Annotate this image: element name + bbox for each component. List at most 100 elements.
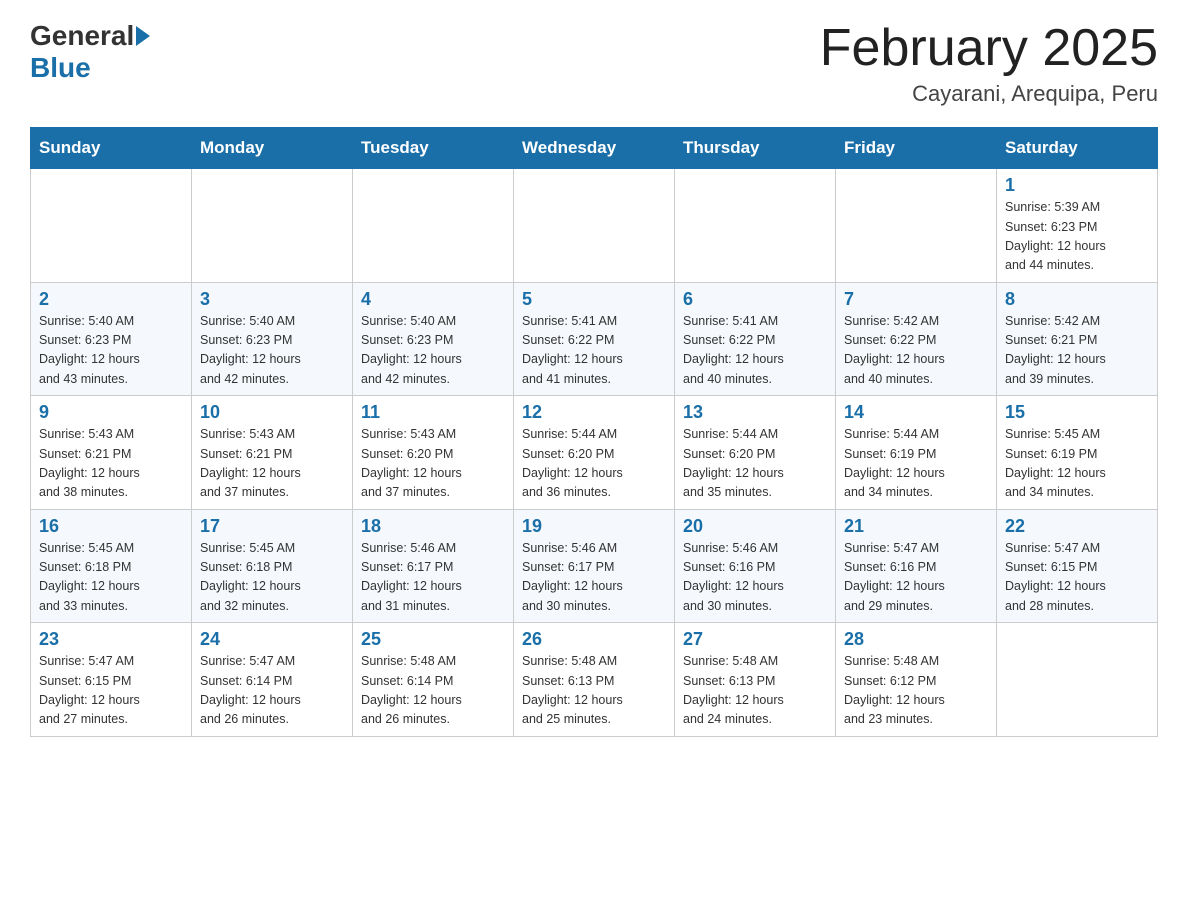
day-info: Sunrise: 5:40 AMSunset: 6:23 PMDaylight:…: [361, 312, 505, 390]
day-number: 23: [39, 629, 183, 650]
calendar-cell: 21Sunrise: 5:47 AMSunset: 6:16 PMDayligh…: [836, 509, 997, 623]
day-info: Sunrise: 5:47 AMSunset: 6:15 PMDaylight:…: [39, 652, 183, 730]
calendar-week-row: 16Sunrise: 5:45 AMSunset: 6:18 PMDayligh…: [31, 509, 1158, 623]
calendar-cell: 16Sunrise: 5:45 AMSunset: 6:18 PMDayligh…: [31, 509, 192, 623]
calendar-cell: [514, 169, 675, 283]
day-info: Sunrise: 5:40 AMSunset: 6:23 PMDaylight:…: [39, 312, 183, 390]
calendar-cell: 15Sunrise: 5:45 AMSunset: 6:19 PMDayligh…: [997, 396, 1158, 510]
day-info: Sunrise: 5:48 AMSunset: 6:13 PMDaylight:…: [522, 652, 666, 730]
calendar-cell: 18Sunrise: 5:46 AMSunset: 6:17 PMDayligh…: [353, 509, 514, 623]
day-number: 2: [39, 289, 183, 310]
day-info: Sunrise: 5:44 AMSunset: 6:20 PMDaylight:…: [683, 425, 827, 503]
calendar-cell: 20Sunrise: 5:46 AMSunset: 6:16 PMDayligh…: [675, 509, 836, 623]
day-info: Sunrise: 5:42 AMSunset: 6:22 PMDaylight:…: [844, 312, 988, 390]
day-number: 7: [844, 289, 988, 310]
calendar-cell: 3Sunrise: 5:40 AMSunset: 6:23 PMDaylight…: [192, 282, 353, 396]
month-title: February 2025: [820, 20, 1158, 77]
calendar-cell: 13Sunrise: 5:44 AMSunset: 6:20 PMDayligh…: [675, 396, 836, 510]
logo-blue-text: Blue: [30, 52, 91, 83]
day-info: Sunrise: 5:41 AMSunset: 6:22 PMDaylight:…: [522, 312, 666, 390]
calendar-cell: 4Sunrise: 5:40 AMSunset: 6:23 PMDaylight…: [353, 282, 514, 396]
calendar-cell: 1Sunrise: 5:39 AMSunset: 6:23 PMDaylight…: [997, 169, 1158, 283]
day-info: Sunrise: 5:42 AMSunset: 6:21 PMDaylight:…: [1005, 312, 1149, 390]
day-of-week-header: Wednesday: [514, 128, 675, 169]
day-number: 12: [522, 402, 666, 423]
day-info: Sunrise: 5:44 AMSunset: 6:20 PMDaylight:…: [522, 425, 666, 503]
calendar-cell: [192, 169, 353, 283]
calendar-week-row: 2Sunrise: 5:40 AMSunset: 6:23 PMDaylight…: [31, 282, 1158, 396]
day-info: Sunrise: 5:46 AMSunset: 6:16 PMDaylight:…: [683, 539, 827, 617]
calendar-cell: 14Sunrise: 5:44 AMSunset: 6:19 PMDayligh…: [836, 396, 997, 510]
day-info: Sunrise: 5:39 AMSunset: 6:23 PMDaylight:…: [1005, 198, 1149, 276]
calendar-cell: 7Sunrise: 5:42 AMSunset: 6:22 PMDaylight…: [836, 282, 997, 396]
day-info: Sunrise: 5:46 AMSunset: 6:17 PMDaylight:…: [361, 539, 505, 617]
calendar-cell: 27Sunrise: 5:48 AMSunset: 6:13 PMDayligh…: [675, 623, 836, 737]
day-number: 15: [1005, 402, 1149, 423]
day-info: Sunrise: 5:43 AMSunset: 6:21 PMDaylight:…: [200, 425, 344, 503]
calendar-cell: 12Sunrise: 5:44 AMSunset: 6:20 PMDayligh…: [514, 396, 675, 510]
day-number: 5: [522, 289, 666, 310]
day-info: Sunrise: 5:43 AMSunset: 6:20 PMDaylight:…: [361, 425, 505, 503]
calendar-cell: 9Sunrise: 5:43 AMSunset: 6:21 PMDaylight…: [31, 396, 192, 510]
day-info: Sunrise: 5:41 AMSunset: 6:22 PMDaylight:…: [683, 312, 827, 390]
calendar-cell: 11Sunrise: 5:43 AMSunset: 6:20 PMDayligh…: [353, 396, 514, 510]
calendar-cell: 19Sunrise: 5:46 AMSunset: 6:17 PMDayligh…: [514, 509, 675, 623]
calendar-cell: 24Sunrise: 5:47 AMSunset: 6:14 PMDayligh…: [192, 623, 353, 737]
day-number: 22: [1005, 516, 1149, 537]
calendar-cell: 23Sunrise: 5:47 AMSunset: 6:15 PMDayligh…: [31, 623, 192, 737]
day-of-week-header: Thursday: [675, 128, 836, 169]
day-of-week-header: Saturday: [997, 128, 1158, 169]
calendar-cell: 17Sunrise: 5:45 AMSunset: 6:18 PMDayligh…: [192, 509, 353, 623]
day-info: Sunrise: 5:40 AMSunset: 6:23 PMDaylight:…: [200, 312, 344, 390]
day-of-week-header: Monday: [192, 128, 353, 169]
calendar-cell: [997, 623, 1158, 737]
day-info: Sunrise: 5:48 AMSunset: 6:14 PMDaylight:…: [361, 652, 505, 730]
day-number: 9: [39, 402, 183, 423]
day-number: 14: [844, 402, 988, 423]
calendar-cell: 6Sunrise: 5:41 AMSunset: 6:22 PMDaylight…: [675, 282, 836, 396]
calendar-cell: 26Sunrise: 5:48 AMSunset: 6:13 PMDayligh…: [514, 623, 675, 737]
title-section: February 2025 Cayarani, Arequipa, Peru: [820, 20, 1158, 107]
calendar-cell: [353, 169, 514, 283]
day-info: Sunrise: 5:47 AMSunset: 6:14 PMDaylight:…: [200, 652, 344, 730]
calendar-cell: [836, 169, 997, 283]
calendar-cell: 28Sunrise: 5:48 AMSunset: 6:12 PMDayligh…: [836, 623, 997, 737]
day-info: Sunrise: 5:48 AMSunset: 6:12 PMDaylight:…: [844, 652, 988, 730]
day-of-week-header: Tuesday: [353, 128, 514, 169]
logo: General Blue: [30, 20, 152, 84]
calendar-cell: [675, 169, 836, 283]
day-info: Sunrise: 5:47 AMSunset: 6:15 PMDaylight:…: [1005, 539, 1149, 617]
day-info: Sunrise: 5:44 AMSunset: 6:19 PMDaylight:…: [844, 425, 988, 503]
day-number: 25: [361, 629, 505, 650]
day-number: 26: [522, 629, 666, 650]
calendar-cell: 8Sunrise: 5:42 AMSunset: 6:21 PMDaylight…: [997, 282, 1158, 396]
day-info: Sunrise: 5:45 AMSunset: 6:18 PMDaylight:…: [39, 539, 183, 617]
day-info: Sunrise: 5:43 AMSunset: 6:21 PMDaylight:…: [39, 425, 183, 503]
calendar-cell: 25Sunrise: 5:48 AMSunset: 6:14 PMDayligh…: [353, 623, 514, 737]
calendar-table: SundayMondayTuesdayWednesdayThursdayFrid…: [30, 127, 1158, 737]
day-of-week-header: Friday: [836, 128, 997, 169]
calendar-cell: 5Sunrise: 5:41 AMSunset: 6:22 PMDaylight…: [514, 282, 675, 396]
day-number: 11: [361, 402, 505, 423]
calendar-cell: 2Sunrise: 5:40 AMSunset: 6:23 PMDaylight…: [31, 282, 192, 396]
calendar-week-row: 1Sunrise: 5:39 AMSunset: 6:23 PMDaylight…: [31, 169, 1158, 283]
day-number: 24: [200, 629, 344, 650]
day-number: 19: [522, 516, 666, 537]
page-header: General Blue February 2025 Cayarani, Are…: [30, 20, 1158, 107]
day-number: 4: [361, 289, 505, 310]
day-info: Sunrise: 5:48 AMSunset: 6:13 PMDaylight:…: [683, 652, 827, 730]
day-number: 27: [683, 629, 827, 650]
day-number: 6: [683, 289, 827, 310]
day-number: 8: [1005, 289, 1149, 310]
day-number: 3: [200, 289, 344, 310]
calendar-cell: 22Sunrise: 5:47 AMSunset: 6:15 PMDayligh…: [997, 509, 1158, 623]
day-number: 13: [683, 402, 827, 423]
calendar-cell: 10Sunrise: 5:43 AMSunset: 6:21 PMDayligh…: [192, 396, 353, 510]
day-number: 1: [1005, 175, 1149, 196]
day-number: 17: [200, 516, 344, 537]
day-info: Sunrise: 5:45 AMSunset: 6:18 PMDaylight:…: [200, 539, 344, 617]
calendar-week-row: 23Sunrise: 5:47 AMSunset: 6:15 PMDayligh…: [31, 623, 1158, 737]
calendar-header-row: SundayMondayTuesdayWednesdayThursdayFrid…: [31, 128, 1158, 169]
calendar-week-row: 9Sunrise: 5:43 AMSunset: 6:21 PMDaylight…: [31, 396, 1158, 510]
day-number: 20: [683, 516, 827, 537]
